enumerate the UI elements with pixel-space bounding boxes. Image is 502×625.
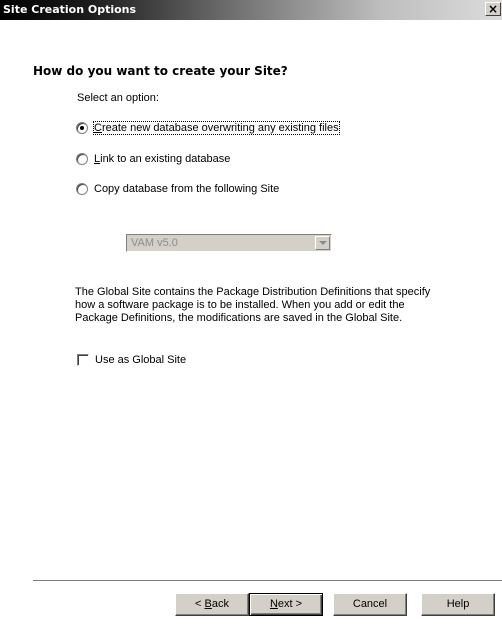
next-button[interactable]: Next > [249,593,323,616]
radio-copy-from-site-label: Copy database from the following Site [94,183,280,195]
site-select: VAM v5.0 [126,234,332,252]
radio-button-icon[interactable] [76,183,88,195]
radio-create-new[interactable]: Create new database overwriting any exis… [76,120,340,136]
dialog-body: How do you want to create your Site? Sel… [0,20,502,625]
radio-link-existing[interactable]: Link to an existing database [76,151,230,167]
description-line: Package Definitions, the modifications a… [75,312,403,324]
use-as-global-site-label: Use as Global Site [95,354,187,366]
radio-link-existing-label: Link to an existing database [94,153,231,165]
radio-button-checked-icon[interactable] [76,122,88,134]
radio-copy-from-site[interactable]: Copy database from the following Site [76,181,279,197]
radio-button-icon[interactable] [76,153,88,165]
button-separator [33,580,502,582]
cancel-button[interactable]: Cancel [333,593,407,616]
chevron-down-icon [315,236,330,250]
description-line: how a software package is to be installe… [75,299,405,311]
help-button[interactable]: Help [421,593,495,616]
checkbox-icon[interactable] [77,354,89,366]
option-prompt: Select an option: [77,92,159,104]
use-as-global-site-checkbox[interactable]: Use as Global Site [77,353,186,367]
title-bar: Site Creation Options × [0,0,502,20]
global-site-description: The Global Site contains the Package Dis… [75,286,475,325]
back-button[interactable]: < Back [175,593,249,616]
description-line: The Global Site contains the Package Dis… [75,286,431,298]
window-title: Site Creation Options [3,3,137,16]
close-icon: × [487,2,499,16]
radio-create-new-label: Create new database overwriting any exis… [93,121,340,135]
site-select-value: VAM v5.0 [131,237,178,249]
close-button[interactable]: × [485,2,501,16]
page-heading: How do you want to create your Site? [33,64,288,78]
